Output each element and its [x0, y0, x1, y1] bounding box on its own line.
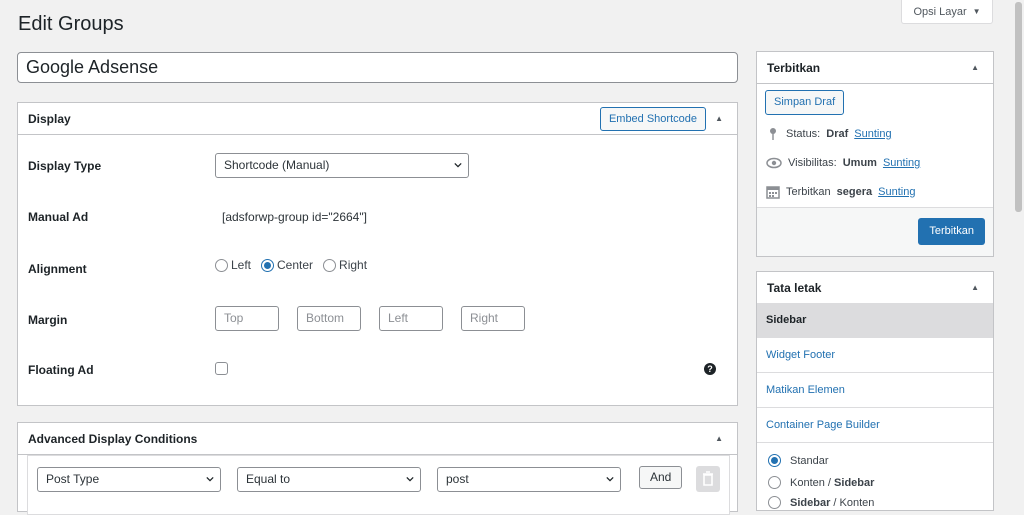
status-label: Status: — [786, 128, 821, 140]
layout-box: Tata letak ▲ Sidebar Widget Footer Matik… — [756, 271, 994, 511]
floating-ad-checkbox[interactable] — [215, 362, 228, 375]
display-box: Display Embed Shortcode ▲ Display Type S… — [17, 102, 738, 406]
screen-options-label: Opsi Layar — [913, 5, 967, 18]
display-type-value: Shortcode (Manual) — [224, 158, 330, 172]
status-value: Draf — [826, 128, 849, 140]
layout-option-sidebar-content[interactable]: Sidebar / Konten — [768, 496, 874, 509]
manual-ad-label: Manual Ad — [28, 210, 89, 224]
screen-options-button[interactable]: Opsi Layar ▼ — [901, 0, 993, 24]
manual-ad-shortcode[interactable]: [adsforwp-group id="2664"] — [215, 205, 469, 230]
alignment-radio-group: Left Center Right — [215, 258, 367, 273]
display-box-title: Display — [28, 111, 71, 126]
condition-operator-select[interactable]: Equal to — [237, 467, 421, 492]
layout-tab-sidebar[interactable]: Sidebar — [757, 303, 993, 338]
edit-visibility-link[interactable]: Sunting — [883, 157, 920, 169]
advanced-conditions-title: Advanced Display Conditions — [28, 431, 198, 446]
chevron-down-icon — [454, 162, 462, 168]
page-scrollbar[interactable] — [1013, 0, 1024, 499]
condition-value-value: post — [446, 472, 469, 486]
margin-bottom-input[interactable]: Bottom — [297, 306, 361, 331]
calendar-icon — [766, 186, 780, 199]
eye-icon — [766, 157, 782, 169]
layout-tab-page-builder[interactable]: Container Page Builder — [757, 408, 993, 443]
margin-right-input[interactable]: Right — [461, 306, 525, 331]
publish-actions: Terbitkan — [757, 207, 993, 256]
condition-operator-value: Equal to — [246, 472, 291, 486]
delete-condition-button[interactable] — [696, 466, 720, 492]
advanced-conditions-header: Advanced Display Conditions ▲ — [18, 423, 737, 455]
radio-left[interactable] — [215, 259, 228, 273]
condition-type-select[interactable]: Post Type — [37, 467, 221, 492]
caret-down-icon: ▼ — [972, 7, 981, 16]
display-type-label: Display Type — [28, 159, 102, 173]
condition-value-select[interactable]: post — [437, 467, 621, 492]
display-box-header: Display Embed Shortcode ▲ — [18, 103, 737, 135]
publish-box-title: Terbitkan — [767, 60, 821, 75]
publish-box-header: Terbitkan ▲ — [757, 52, 993, 84]
margin-top-input[interactable]: Top — [215, 306, 279, 331]
status-row: Status: Draf Sunting — [766, 127, 892, 141]
condition-row-container: Post Type Equal to post And — [27, 455, 730, 515]
toggle-up-icon[interactable]: ▲ — [971, 283, 979, 292]
chevron-down-icon — [206, 476, 214, 482]
page-title: Edit Groups — [18, 13, 124, 35]
alignment-label: Alignment — [28, 262, 87, 276]
trash-icon — [703, 471, 713, 486]
condition-type-value: Post Type — [46, 472, 100, 486]
embed-shortcode-button[interactable]: Embed Shortcode — [599, 107, 706, 131]
alignment-option-left[interactable]: Left — [215, 258, 251, 273]
margin-left-input[interactable]: Left — [379, 306, 443, 331]
radio-right[interactable] — [323, 259, 337, 273]
layout-box-title: Tata letak — [767, 280, 822, 295]
toggle-up-icon[interactable]: ▲ — [715, 434, 723, 443]
chevron-down-icon — [606, 476, 614, 482]
layout-box-header: Tata letak ▲ — [757, 272, 993, 304]
display-type-select[interactable]: Shortcode (Manual) — [215, 153, 469, 178]
edit-status-link[interactable]: Sunting — [854, 128, 891, 140]
help-icon[interactable]: ? — [704, 363, 716, 375]
save-draft-button[interactable]: Simpan Draf — [765, 90, 845, 115]
toggle-up-icon[interactable]: ▲ — [715, 114, 723, 123]
post-title-input[interactable]: Google Adsense — [17, 52, 738, 83]
layout-option-standard[interactable]: Standar — [768, 454, 829, 467]
margin-label: Margin — [28, 313, 68, 327]
layout-option-content-sidebar[interactable]: Konten / Sidebar — [768, 476, 874, 489]
radio-content-sidebar[interactable] — [768, 476, 781, 489]
publish-label: Terbitkan — [786, 186, 831, 198]
floating-ad-label: Floating Ad — [28, 363, 94, 377]
toggle-up-icon[interactable]: ▲ — [971, 63, 979, 72]
chevron-down-icon — [406, 476, 414, 482]
pin-icon — [770, 128, 776, 140]
radio-center[interactable] — [261, 259, 275, 273]
visibility-row: Visibilitas: Umum Sunting — [766, 156, 920, 170]
alignment-option-center[interactable]: Center — [261, 258, 313, 273]
layout-tab-widget-footer[interactable]: Widget Footer — [757, 338, 993, 373]
layout-tab-disable-elements[interactable]: Matikan Elemen — [757, 373, 993, 408]
publish-date-row: Terbitkan segera Sunting — [766, 185, 915, 199]
alignment-option-right[interactable]: Right — [323, 258, 367, 273]
visibility-label: Visibilitas: — [788, 157, 837, 169]
scrollbar-thumb[interactable] — [1015, 2, 1022, 212]
publish-button[interactable]: Terbitkan — [918, 218, 985, 245]
publish-box: Terbitkan ▲ Simpan Draf Status: Draf Sun… — [756, 51, 994, 257]
visibility-value: Umum — [842, 157, 877, 169]
radio-standard[interactable] — [768, 454, 781, 467]
and-button[interactable]: And — [639, 466, 683, 489]
radio-sidebar-content[interactable] — [768, 496, 781, 509]
publish-value: segera — [836, 186, 873, 198]
edit-publish-date-link[interactable]: Sunting — [878, 186, 915, 198]
